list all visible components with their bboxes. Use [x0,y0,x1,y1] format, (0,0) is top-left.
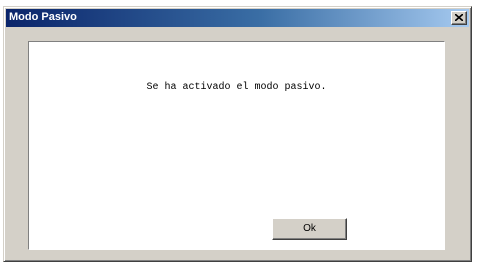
window-title: Modo Pasivo [9,11,77,23]
title-bar[interactable]: Modo Pasivo [6,9,469,27]
dialog-window: Modo Pasivo Se ha activado el modo pasiv… [3,6,472,262]
ok-button[interactable]: Ok [272,218,347,240]
close-icon [455,14,463,21]
close-button[interactable] [451,11,467,25]
message-text: Se ha activado el modo pasivo. [146,82,327,93]
message-panel: Se ha activado el modo pasivo. Ok [28,41,445,250]
